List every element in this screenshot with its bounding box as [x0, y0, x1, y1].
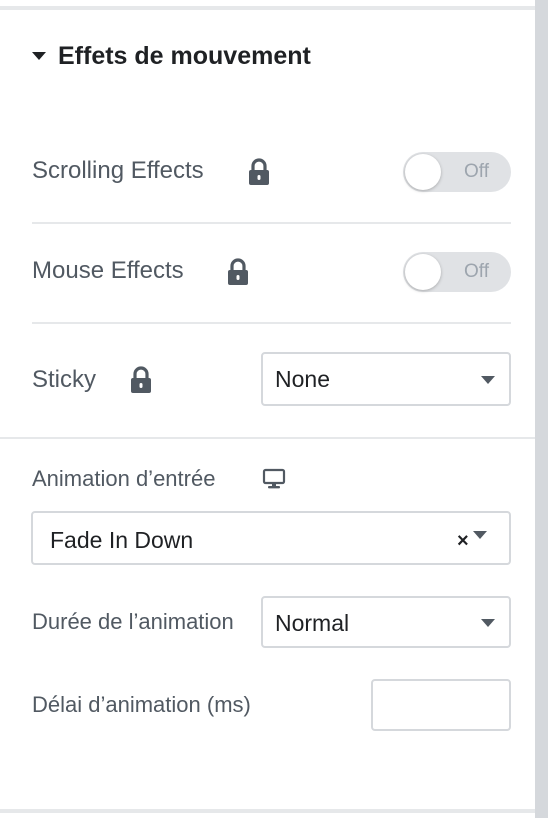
sticky-select-value: None — [275, 366, 330, 392]
animation-duration-select[interactable]: Normal — [261, 596, 511, 648]
top-border — [0, 6, 536, 10]
chevron-down-icon — [481, 619, 495, 627]
caret-down-icon — [32, 52, 46, 60]
lock-icon — [249, 158, 269, 185]
clear-selection-icon[interactable]: × — [457, 531, 469, 551]
lock-icon — [131, 366, 151, 393]
section-header-motion-effects[interactable]: Effets de mouvement — [32, 40, 311, 72]
animation-duration-value: Normal — [275, 610, 350, 636]
scrolling-effects-toggle[interactable]: Off — [403, 152, 511, 192]
scrolling-effects-label: Scrolling Effects — [32, 157, 204, 184]
section-title: Effets de mouvement — [58, 41, 311, 70]
sticky-label: Sticky — [32, 366, 97, 393]
scrollbar[interactable] — [535, 0, 548, 818]
section-divider — [0, 437, 536, 439]
mouse-effects-label: Mouse Effects — [32, 257, 184, 284]
sticky-select[interactable]: None — [261, 352, 511, 406]
animation-duration-label: Durée de l’animation — [32, 609, 234, 634]
desktop-monitor-icon[interactable] — [262, 468, 286, 490]
mouse-effects-toggle[interactable]: Off — [403, 252, 511, 292]
toggle-off-text: Off — [464, 261, 489, 282]
divider — [32, 322, 511, 324]
entrance-animation-select[interactable]: Fade In Down × — [31, 511, 511, 565]
divider — [32, 222, 511, 224]
toggle-knob — [405, 154, 441, 190]
lock-icon — [228, 258, 248, 285]
chevron-down-icon — [481, 376, 495, 384]
bottom-border — [0, 809, 536, 813]
animation-delay-label: Délai d’animation (ms) — [32, 692, 251, 717]
entrance-animation-value: Fade In Down — [50, 527, 194, 553]
toggle-off-text: Off — [464, 161, 489, 182]
animation-delay-input[interactable] — [371, 679, 511, 731]
entrance-animation-label: Animation d’entrée — [32, 466, 216, 491]
toggle-knob — [405, 254, 441, 290]
chevron-down-icon — [473, 531, 487, 539]
